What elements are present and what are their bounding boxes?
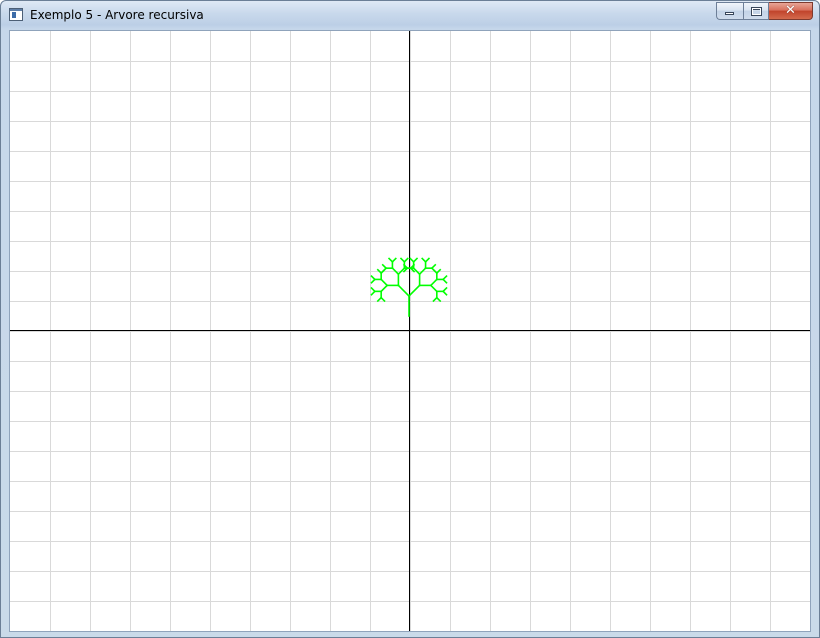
- tree-branch: [380, 284, 389, 293]
- tree-branch: [424, 257, 431, 263]
- application-window: Exemplo 5 - Arvore recursiva ✕: [0, 0, 820, 638]
- tree-branch: [370, 286, 376, 293]
- tree-branch: [391, 257, 397, 263]
- tree-branch: [403, 257, 409, 263]
- tree-branch: [376, 296, 383, 303]
- maximize-button[interactable]: [743, 2, 769, 20]
- tree-branch: [429, 284, 438, 293]
- drawing-canvas[interactable]: [9, 30, 811, 632]
- window-controls: ✕: [716, 2, 813, 21]
- tree-branch: [432, 296, 438, 303]
- minimize-button[interactable]: [716, 2, 743, 20]
- tree-branch: [429, 278, 438, 287]
- tree-branch: [442, 290, 448, 296]
- window-title: Exemplo 5 - Arvore recursiva: [30, 8, 204, 22]
- tree-branch: [380, 278, 389, 287]
- application-window-icon[interactable]: [9, 8, 23, 21]
- tree-branch: [370, 274, 376, 281]
- title-bar[interactable]: Exemplo 5 - Arvore recursiva ✕: [1, 1, 819, 29]
- maximize-icon: [751, 7, 762, 16]
- canvas-drawing: [10, 31, 810, 631]
- close-button[interactable]: ✕: [769, 2, 813, 20]
- tree-branch: [412, 257, 419, 263]
- tree-branch: [442, 278, 448, 284]
- close-icon: ✕: [785, 3, 796, 18]
- tree-branch: [381, 263, 388, 270]
- tree-branch: [397, 284, 411, 298]
- minimize-icon: [725, 12, 734, 15]
